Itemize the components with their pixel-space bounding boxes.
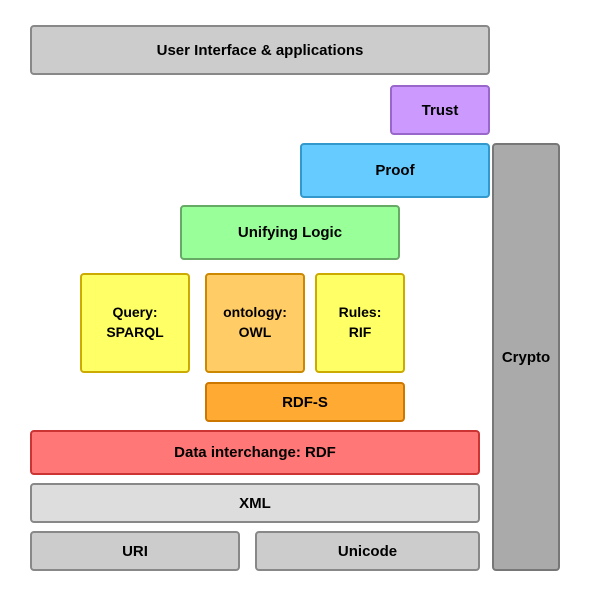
xml-layer: XML [30, 483, 480, 523]
ontology-owl-layer: ontology:OWL [205, 273, 305, 373]
rdf-layer: Data interchange: RDF [30, 430, 480, 475]
uri-layer: URI [30, 531, 240, 571]
rules-rif-layer: Rules:RIF [315, 273, 405, 373]
user-interface-layer: User Interface & applications [30, 25, 490, 75]
crypto-layer: Crypto [492, 143, 560, 571]
rdfs-layer: RDF-S [205, 382, 405, 422]
trust-layer: Trust [390, 85, 490, 135]
proof-layer: Proof [300, 143, 490, 198]
unicode-layer: Unicode [255, 531, 480, 571]
query-sparql-layer: Query:SPARQL [80, 273, 190, 373]
semantic-web-diagram: User Interface & applications Trust Proo… [20, 15, 570, 575]
unifying-logic-layer: Unifying Logic [180, 205, 400, 260]
